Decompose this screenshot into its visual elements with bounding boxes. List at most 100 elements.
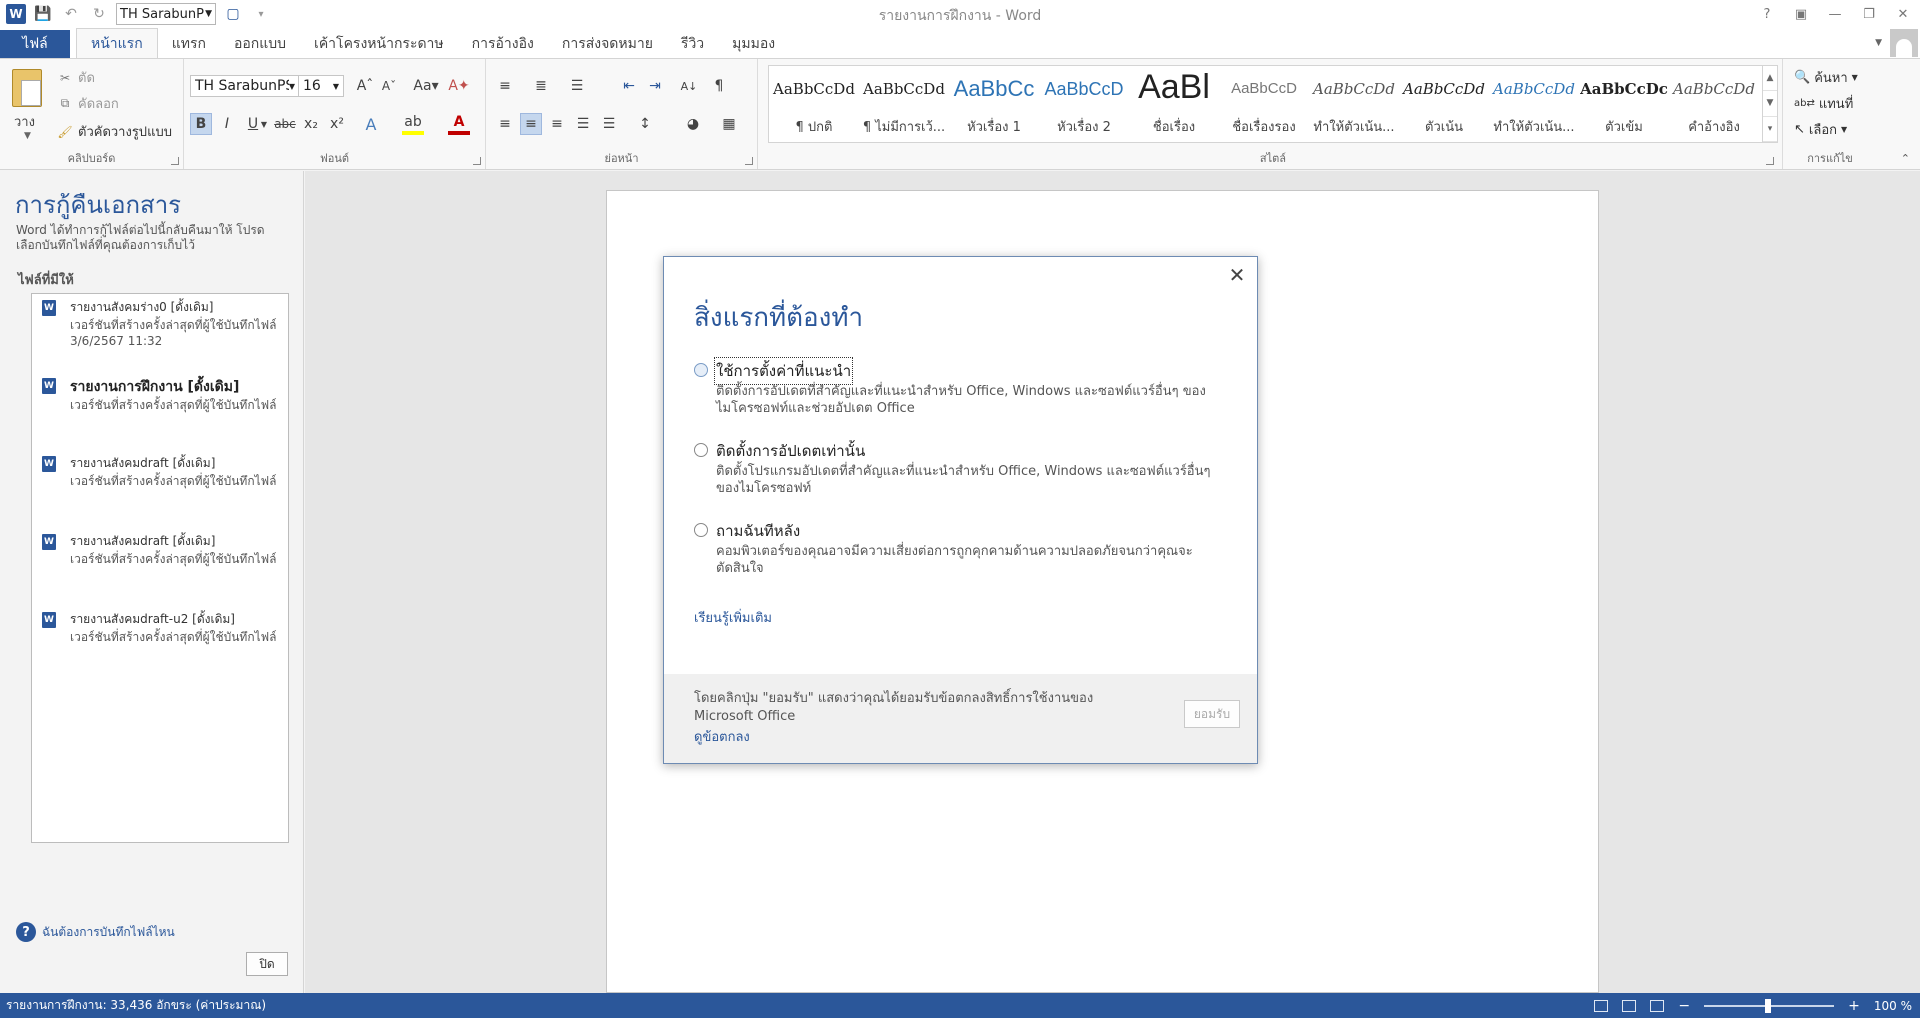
radio-updates-only[interactable] bbox=[694, 443, 708, 457]
style-heading-2[interactable]: AaBbCcD หัวเรื่อง 2 bbox=[1039, 66, 1129, 142]
redo-icon[interactable]: ↻ bbox=[88, 3, 110, 25]
read-mode-icon[interactable] bbox=[1594, 999, 1609, 1012]
paste-button[interactable]: วาง bbox=[14, 111, 35, 132]
web-layout-icon[interactable] bbox=[1650, 999, 1665, 1012]
distributed-icon[interactable]: ☰ bbox=[598, 113, 620, 135]
highlight-color-icon[interactable]: ab bbox=[402, 113, 424, 135]
underline-chevron-icon[interactable]: ▼ bbox=[258, 113, 270, 135]
style-heading-1[interactable]: AaBbCc หัวเรื่อง 1 bbox=[949, 66, 1039, 142]
close-window-icon[interactable]: ✕ bbox=[1886, 0, 1920, 28]
styles-launcher-icon[interactable] bbox=[1766, 157, 1774, 165]
accept-button[interactable]: ยอมรับ bbox=[1184, 700, 1240, 728]
option-updates-only[interactable]: ติดตั้งการอัปเดตเท่านั้น ติดตั้งโปรแกรมอ… bbox=[694, 439, 1214, 499]
collapse-ribbon-icon[interactable]: ⌃ bbox=[1901, 152, 1910, 165]
style-subtle-emphasis[interactable]: AaBbCcDd ทำให้ตัวเน้น... bbox=[1309, 66, 1399, 142]
font-name-box[interactable]: TH SarabunPS ▼ bbox=[190, 75, 300, 97]
save-icon[interactable]: 💾 bbox=[32, 3, 54, 25]
clear-formatting-icon[interactable]: A✦ bbox=[448, 75, 470, 97]
style-intense-emphasis[interactable]: AaBbCcDd ทำให้ตัวเน้น... bbox=[1489, 66, 1579, 142]
strikethrough-button[interactable]: abc bbox=[274, 113, 296, 135]
qat-font-selector[interactable]: TH SarabunP ▼ bbox=[116, 3, 216, 25]
tab-insert[interactable]: แทรก bbox=[158, 30, 220, 58]
replace-button[interactable]: ab⇄ แทนที่ bbox=[1794, 93, 1853, 114]
line-spacing-icon[interactable]: ↕ bbox=[634, 113, 656, 135]
italic-button[interactable]: I bbox=[216, 113, 238, 135]
subscript-button[interactable]: x₂ bbox=[300, 113, 322, 135]
list-item[interactable]: W รายงานสังคมdraft-u2 [ดั้งเดิม] เวอร์ชั… bbox=[42, 610, 282, 650]
tab-design[interactable]: ออกแบบ bbox=[220, 30, 300, 58]
style-normal[interactable]: AaBbCcDd ¶ ปกติ bbox=[769, 66, 859, 142]
help-icon[interactable]: ? bbox=[1750, 0, 1784, 28]
list-item[interactable]: W รายงานการฝึกงาน [ดั้งเดิม] เวอร์ชันที่… bbox=[42, 376, 282, 416]
paste-icon[interactable] bbox=[12, 69, 42, 107]
zoom-level[interactable]: 100 % bbox=[1874, 999, 1912, 1013]
text-effects-icon[interactable]: A bbox=[360, 113, 382, 135]
align-left-icon[interactable]: ≡ bbox=[494, 113, 516, 135]
sort-icon[interactable]: A↓ bbox=[678, 75, 700, 97]
numbering-icon[interactable]: ≣ bbox=[530, 75, 552, 97]
minimize-icon[interactable]: — bbox=[1818, 0, 1852, 28]
style-title[interactable]: AaBl ชื่อเรื่อง bbox=[1129, 66, 1219, 142]
paste-chevron-icon[interactable]: ▼ bbox=[24, 131, 31, 141]
change-case-icon[interactable]: Aa▾ bbox=[410, 75, 442, 97]
increase-indent-icon[interactable]: ⇥ bbox=[644, 75, 666, 97]
tab-file[interactable]: ไฟล์ bbox=[0, 30, 70, 58]
zoom-in-icon[interactable]: + bbox=[1848, 998, 1860, 1014]
style-quote[interactable]: AaBbCcDd คำอ้างอิง bbox=[1669, 66, 1759, 142]
font-size-box[interactable]: 16 ▼ bbox=[298, 75, 344, 97]
zoom-slider[interactable] bbox=[1704, 998, 1835, 1013]
decrease-indent-icon[interactable]: ⇤ bbox=[618, 75, 640, 97]
find-button[interactable]: 🔍 ค้นหา ▼ bbox=[1794, 67, 1858, 88]
radio-ask-later[interactable] bbox=[694, 523, 708, 537]
list-item[interactable]: W รายงานสังคมdraft [ดั้งเดิม] เวอร์ชันที… bbox=[42, 532, 282, 572]
paragraph-launcher-icon[interactable] bbox=[745, 157, 753, 165]
grow-font-icon[interactable]: Aˆ bbox=[354, 75, 376, 97]
restore-icon[interactable]: ❐ bbox=[1852, 0, 1886, 28]
tab-home[interactable]: หน้าแรก bbox=[76, 28, 158, 58]
ribbon-collapse-chevron-icon[interactable]: ▼ bbox=[1875, 38, 1882, 48]
style-emphasis[interactable]: AaBbCcDd ตัวเน้น bbox=[1399, 66, 1489, 142]
radio-recommended[interactable] bbox=[694, 363, 708, 377]
cut-button[interactable]: ✂ ตัด bbox=[58, 67, 95, 88]
multilevel-list-icon[interactable]: ☰ bbox=[566, 75, 588, 97]
clipboard-launcher-icon[interactable] bbox=[171, 157, 179, 165]
style-strong[interactable]: AaBbCcDc ตัวเข้ม bbox=[1579, 66, 1669, 142]
learn-more-link[interactable]: เรียนรู้เพิ่มเติม bbox=[694, 607, 772, 628]
justify-icon[interactable]: ☰ bbox=[572, 113, 594, 135]
styles-more-icon[interactable]: ▾ bbox=[1763, 117, 1777, 142]
tab-view[interactable]: มุมมอง bbox=[718, 30, 789, 58]
style-no-spacing[interactable]: AaBbCcDd ¶ ไม่มีการเว้... bbox=[859, 66, 949, 142]
tab-review[interactable]: รีวิว bbox=[667, 30, 718, 58]
font-launcher-icon[interactable] bbox=[473, 157, 481, 165]
option-ask-later[interactable]: ถามฉันทีหลัง คอมพิวเตอร์ของคุณอาจมีความเ… bbox=[694, 519, 1214, 579]
option-recommended[interactable]: ใช้การตั้งค่าที่แนะนำ ติดตั้งการอัปเดตที… bbox=[694, 357, 1214, 419]
word-app-icon[interactable]: W bbox=[6, 4, 26, 24]
styles-up-icon[interactable]: ▲ bbox=[1763, 66, 1777, 92]
print-layout-icon[interactable] bbox=[1622, 999, 1637, 1012]
shading-icon[interactable]: ◕ bbox=[682, 113, 704, 135]
borders-icon[interactable]: ▦ bbox=[718, 113, 740, 135]
word-count-status[interactable]: รายงานการฝึกงาน: 33,436 อักขระ (ค่าประมา… bbox=[0, 996, 266, 1015]
style-subtitle[interactable]: AaBbCcD ชื่อเรื่องรอง bbox=[1219, 66, 1309, 142]
format-painter-button[interactable]: 🖌 ตัวคัดวางรูปแบบ bbox=[57, 121, 172, 142]
tab-references[interactable]: การอ้างอิง bbox=[458, 30, 548, 58]
styles-down-icon[interactable]: ▼ bbox=[1763, 91, 1777, 117]
bold-button[interactable]: B bbox=[190, 113, 212, 135]
copy-button[interactable]: ⧉ คัดลอก bbox=[58, 93, 119, 114]
customize-qat-icon[interactable]: ▾ bbox=[250, 3, 272, 25]
avatar[interactable] bbox=[1890, 29, 1918, 57]
zoom-slider-thumb[interactable] bbox=[1765, 998, 1772, 1013]
align-right-icon[interactable]: ≡ bbox=[546, 113, 568, 135]
bullets-icon[interactable]: ≡ bbox=[494, 75, 516, 97]
zoom-out-icon[interactable]: − bbox=[1678, 998, 1690, 1014]
select-button[interactable]: ↖ เลือก ▼ bbox=[1794, 119, 1847, 140]
show-marks-icon[interactable]: ¶ bbox=[708, 75, 730, 97]
view-agreement-link[interactable]: ดูข้อตกลง bbox=[694, 726, 750, 747]
close-dialog-icon[interactable]: ✕ bbox=[1225, 263, 1249, 287]
font-color-icon[interactable]: A bbox=[448, 113, 470, 135]
undo-icon[interactable]: ↶ bbox=[60, 3, 82, 25]
close-recovery-button[interactable]: ปิด bbox=[246, 952, 288, 976]
tab-layout[interactable]: เค้าโครงหน้ากระดาษ bbox=[300, 30, 458, 58]
shrink-font-icon[interactable]: Aˇ bbox=[378, 75, 400, 97]
superscript-button[interactable]: x² bbox=[326, 113, 348, 135]
